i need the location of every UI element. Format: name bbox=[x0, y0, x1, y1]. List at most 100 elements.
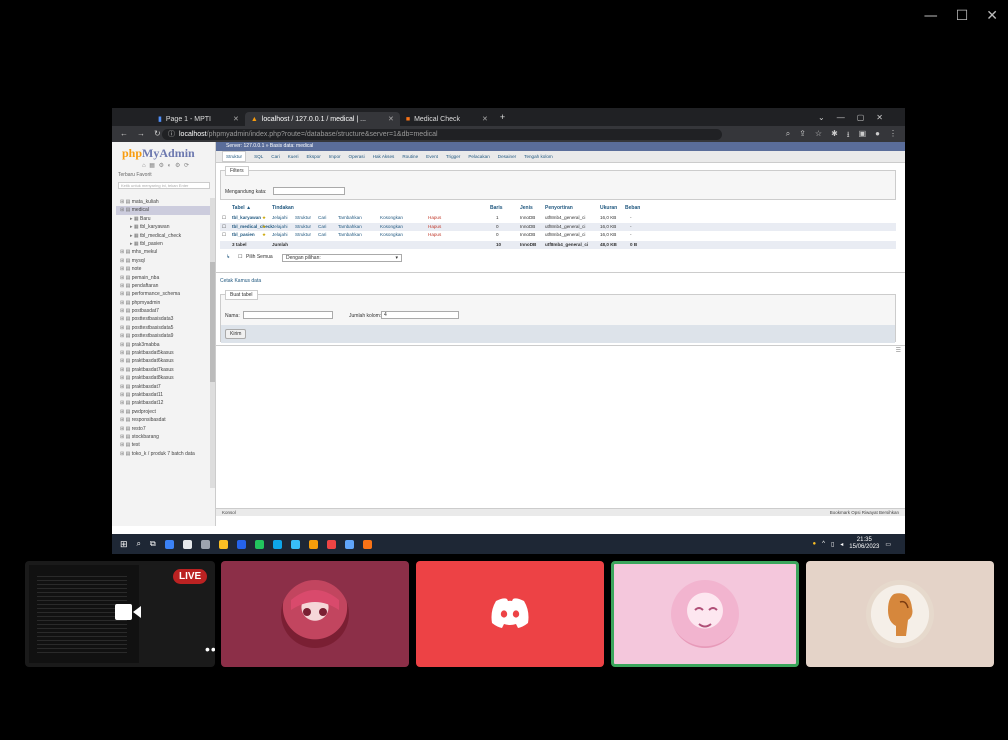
table-name-input[interactable] bbox=[243, 311, 333, 319]
nav-database-item[interactable]: ⊞ ▤ performance_schema bbox=[116, 290, 214, 298]
nav-database-item[interactable]: ⊞ ▤ mhs_mekul bbox=[116, 248, 214, 256]
recent-favorite-tabs[interactable]: Terbaru Favorit bbox=[118, 172, 152, 178]
close-icon[interactable]: ✕ bbox=[388, 115, 394, 123]
action-struktur[interactable]: Struktur bbox=[295, 231, 311, 239]
action-struktur[interactable]: Struktur bbox=[295, 223, 311, 231]
tab-hak-akses[interactable]: Hak Akses bbox=[373, 154, 395, 159]
more-options-icon[interactable]: ••• bbox=[205, 641, 215, 657]
row-checkbox[interactable]: ☐ bbox=[222, 214, 226, 222]
taskbar-app-icon[interactable] bbox=[182, 539, 192, 549]
nav-database-item[interactable]: ⊞ ▤ mata_kuliah bbox=[116, 198, 214, 206]
tab-impor[interactable]: Impor bbox=[329, 154, 341, 159]
extensions-icon[interactable]: ✱ bbox=[831, 129, 838, 143]
nav-database-item[interactable]: ⊞ ▤ stockbarang bbox=[116, 433, 214, 441]
breadcrumb[interactable]: Server: 127.0.0.1 » Basis data: medical bbox=[216, 142, 905, 151]
action-tambahkan[interactable]: Tambahkan bbox=[338, 231, 362, 239]
nav-database-item[interactable]: ⊞ ▤ phpmyadmin bbox=[116, 299, 214, 307]
nav-filter-input[interactable]: Ketik untuk menyaring ini, tekan Enter bbox=[118, 182, 210, 189]
nav-database-item[interactable]: ⊞ ▤ posttestbasisdata5 bbox=[116, 324, 214, 332]
nav-database-item[interactable]: ⊞ ▤ test bbox=[116, 441, 214, 449]
download-icon[interactable]: ⭳ bbox=[847, 129, 850, 143]
submit-button[interactable]: Kirim bbox=[225, 329, 247, 339]
tab-pelacakan[interactable]: Pelacakan bbox=[468, 154, 489, 159]
tab-kueri[interactable]: Kueri bbox=[288, 154, 299, 159]
nav-database-item[interactable]: ⊞ ▤ praktbasdat12 bbox=[116, 399, 214, 407]
nav-database-item[interactable]: ⊞ ▤ praktbasdat8kasus bbox=[116, 374, 214, 382]
nav-database-item[interactable]: ⊞ ▤ praktbasdat6kasus bbox=[116, 357, 214, 365]
nav-database-item[interactable]: ⊞ ▤ posttestbasisdata9 bbox=[116, 332, 214, 340]
new-tab-button[interactable]: + bbox=[500, 112, 505, 122]
participant-tile-streamer[interactable]: LIVE ••• bbox=[25, 561, 215, 667]
col-ukuran[interactable]: Ukuran bbox=[600, 205, 617, 211]
print-links[interactable]: Cetak Kamus data bbox=[220, 278, 261, 284]
nav-database-item[interactable]: ⊞ ▤ prak3mabba bbox=[116, 341, 214, 349]
nav-database-item[interactable]: ⊞ ▤ praktbasdat7kasus bbox=[116, 366, 214, 374]
nav-database-item[interactable]: ⊞ ▤ posttestbasisdata3 bbox=[116, 315, 214, 323]
nav-icons[interactable]: ⌂ ▦ ⚙ ◐ ⚙ ⟳ bbox=[142, 162, 190, 169]
taskbar-app-icon[interactable] bbox=[236, 539, 246, 549]
favorite-star-icon[interactable]: ★ bbox=[262, 231, 266, 239]
nav-database-item[interactable]: ⊞ ▤ responsibasdat bbox=[116, 416, 214, 424]
tab-struktur[interactable]: Struktur bbox=[222, 151, 247, 162]
action-cari[interactable]: Cari bbox=[318, 223, 326, 231]
nav-table-item[interactable]: ▸ ▦ tbl_karyawan bbox=[116, 223, 214, 231]
nav-database-item[interactable]: ⊞ ▤ medical bbox=[116, 206, 214, 215]
action-hapus[interactable]: Hapus bbox=[428, 223, 441, 231]
search-icon[interactable]: ⌕ bbox=[786, 129, 790, 143]
col-jenis[interactable]: Jenis bbox=[520, 205, 533, 211]
maximize-button[interactable]: ☐ bbox=[956, 8, 969, 24]
taskbar-app-icon[interactable] bbox=[362, 539, 372, 549]
participant-tile-speaking[interactable] bbox=[611, 561, 799, 667]
reload-icon[interactable]: ↻ bbox=[154, 129, 161, 138]
nav-table-item[interactable]: ▸ ▦ tbl_pasien bbox=[116, 240, 214, 248]
participant-tile-1[interactable] bbox=[221, 561, 409, 667]
nav-database-item[interactable]: ⊞ ▤ praktbasdat11 bbox=[116, 391, 214, 399]
filter-input[interactable] bbox=[273, 187, 345, 195]
tab-event[interactable]: Event bbox=[426, 154, 438, 159]
with-selected-select[interactable]: Dengan pilihan: ▾ bbox=[282, 254, 402, 262]
nav-database-item[interactable]: ⊞ ▤ praktbasdat7 bbox=[116, 383, 214, 391]
action-tambahkan[interactable]: Tambahkan bbox=[338, 223, 362, 231]
clock[interactable]: 21:35 15/06/2023 bbox=[849, 537, 879, 551]
browser-tab-medical-check[interactable]: ■ Medical Check ✕ bbox=[400, 112, 494, 126]
action-hapus[interactable]: Hapus bbox=[428, 214, 441, 222]
network-icon[interactable]: ▯ bbox=[831, 541, 834, 548]
tab-cari[interactable]: Cari bbox=[271, 154, 279, 159]
nav-scrollbar-thumb[interactable] bbox=[210, 262, 215, 382]
nav-database-item[interactable]: ⊞ ▤ note bbox=[116, 265, 214, 273]
profile-icon[interactable]: ● bbox=[875, 129, 880, 143]
nav-database-item[interactable]: ⊞ ▤ mysql bbox=[116, 257, 214, 265]
windows-start-icon[interactable]: ⊞ bbox=[120, 539, 128, 550]
tab-routine[interactable]: Routine bbox=[402, 154, 418, 159]
action-jelajahi[interactable]: Jelajahi bbox=[272, 223, 288, 231]
browser-tab-phpmyadmin[interactable]: ▲ localhost / 127.0.0.1 / medical | ... … bbox=[244, 112, 400, 126]
favorite-star-icon[interactable]: ★ bbox=[262, 214, 266, 222]
nav-database-item[interactable]: ⊞ ▤ pemain_nba bbox=[116, 274, 214, 282]
action-struktur[interactable]: Struktur bbox=[295, 214, 311, 222]
tab-sql[interactable]: SQL bbox=[254, 154, 263, 159]
action-tambahkan[interactable]: Tambahkan bbox=[338, 214, 362, 222]
star-icon[interactable]: ☆ bbox=[815, 129, 822, 143]
taskbar-app-icon[interactable] bbox=[272, 539, 282, 549]
tab-tengah-kolom[interactable]: Tengah kolom bbox=[524, 154, 553, 159]
action-jelajahi[interactable]: Jelajahi bbox=[272, 231, 288, 239]
close-icon[interactable]: ✕ bbox=[482, 115, 488, 123]
tab-trigger[interactable]: Trigger bbox=[446, 154, 460, 159]
row-checkbox[interactable]: ☐ bbox=[222, 231, 226, 239]
close-button[interactable]: ✕ bbox=[986, 8, 998, 24]
nav-database-item[interactable]: ⊞ ▤ pendaftaran bbox=[116, 282, 214, 290]
tab-operasi[interactable]: Operasi bbox=[349, 154, 365, 159]
tab-ekspor[interactable]: Ekspor bbox=[306, 154, 320, 159]
participant-tile-discord[interactable] bbox=[416, 561, 604, 667]
check-all-label[interactable]: Pilih Semua bbox=[246, 254, 273, 260]
minimize-button[interactable]: — bbox=[924, 8, 938, 24]
col-baris[interactable]: Baris bbox=[490, 205, 503, 211]
share-icon[interactable]: ⇪ bbox=[799, 129, 806, 143]
action-jelajahi[interactable]: Jelajahi bbox=[272, 214, 288, 222]
taskbar-app-icon[interactable] bbox=[200, 539, 210, 549]
close-icon[interactable]: ✕ bbox=[233, 115, 239, 123]
tab-desainer[interactable]: Desainer bbox=[498, 154, 516, 159]
console-toggle-icon[interactable]: ☰ bbox=[896, 347, 901, 354]
row-checkbox[interactable]: ☐ bbox=[222, 223, 226, 231]
participant-tile-4[interactable] bbox=[806, 561, 994, 667]
